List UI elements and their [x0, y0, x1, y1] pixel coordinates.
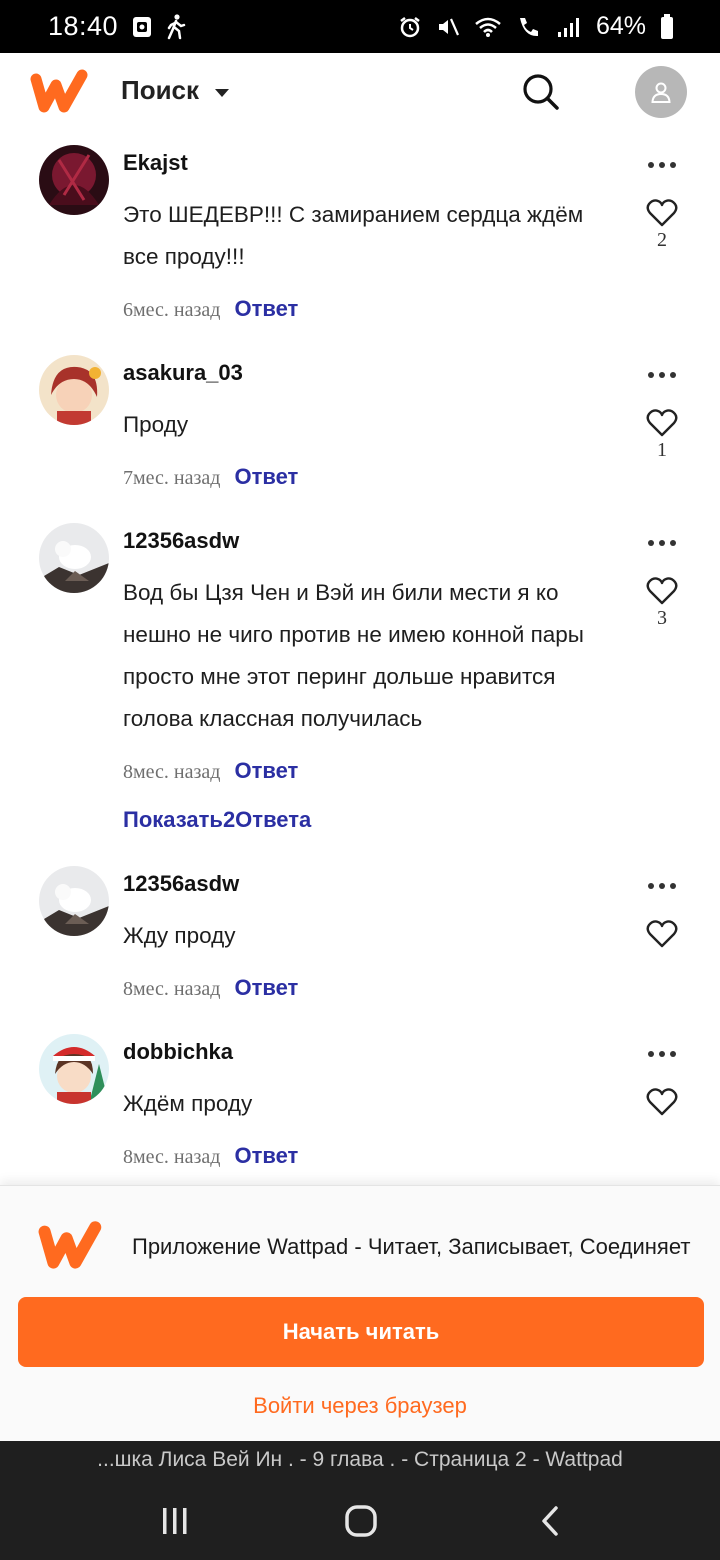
- commenter-avatar[interactable]: [39, 145, 109, 215]
- reply-button[interactable]: Ответ: [234, 464, 298, 490]
- profile-avatar-button[interactable]: [635, 66, 687, 118]
- comment-meta: 8мес. назад Ответ: [123, 758, 298, 784]
- search-dropdown[interactable]: Поиск: [121, 75, 230, 106]
- more-options-icon[interactable]: [644, 155, 680, 175]
- search-icon[interactable]: [521, 72, 561, 112]
- commenter-avatar[interactable]: [39, 866, 109, 936]
- reply-button[interactable]: Ответ: [234, 1143, 298, 1169]
- show-replies-link[interactable]: Показать2Ответа: [123, 807, 311, 833]
- like-count: 3: [657, 607, 667, 629]
- battery-icon: [660, 13, 674, 40]
- wifi-icon: [474, 16, 502, 38]
- commenter-name[interactable]: 12356asdw: [123, 871, 239, 897]
- comment-time: 6мес. назад: [123, 299, 221, 321]
- comment-time: 8мес. назад: [123, 761, 221, 783]
- comment-text: Вод бы Цзя Чен и Вэй ин били мести я ко …: [123, 580, 584, 731]
- status-bar: 18:40 64%: [0, 0, 720, 53]
- home-icon[interactable]: [341, 1501, 381, 1541]
- app-promo-text: Приложение Wattpad - Читает, Записывает,…: [132, 1234, 691, 1259]
- more-options-icon[interactable]: [644, 876, 680, 896]
- commenter-name[interactable]: dobbichka: [123, 1039, 233, 1065]
- recent-apps-icon[interactable]: [155, 1501, 195, 1541]
- app-promo-sheet: Приложение Wattpad - Читает, Записывает,…: [0, 1185, 720, 1442]
- alarm-icon: [398, 15, 422, 39]
- system-navigation-bar: [0, 1481, 720, 1560]
- comment-meta: 8мес. назад Ответ: [123, 975, 298, 1001]
- more-options-icon[interactable]: [644, 365, 680, 385]
- commenter-name[interactable]: 12356asdw: [123, 528, 239, 554]
- continue-in-browser-link[interactable]: Войти через браузер: [0, 1393, 720, 1419]
- comment-text: Проду: [123, 412, 189, 437]
- status-right: 64%: [398, 12, 674, 41]
- walking-icon: [166, 13, 186, 40]
- battery-percent: 64%: [595, 12, 646, 40]
- comment-time: 8мес. назад: [123, 978, 221, 1000]
- heart-icon[interactable]: [646, 1087, 678, 1117]
- commenter-avatar[interactable]: [39, 523, 109, 593]
- commenter-avatar[interactable]: [39, 355, 109, 425]
- comment-time: 8мес. назад: [123, 1146, 221, 1168]
- browser-page-title[interactable]: ...шка Лиса Вей Ин . - 9 глава . - Стран…: [0, 1441, 720, 1481]
- status-left: 18:40: [48, 11, 186, 42]
- back-icon[interactable]: [530, 1501, 570, 1541]
- comment-meta: 7мес. назад Ответ: [123, 464, 298, 490]
- user-icon: [651, 82, 671, 103]
- comment-meta: 6мес. назад Ответ: [123, 296, 298, 322]
- signal-icon: [556, 16, 582, 38]
- like-count: 1: [657, 439, 667, 461]
- volte-call-icon: [516, 15, 542, 39]
- screenshot-icon: [132, 16, 152, 38]
- caret-down-icon: [215, 88, 230, 97]
- like-count: 2: [657, 229, 667, 251]
- mute-icon: [436, 15, 460, 39]
- heart-icon[interactable]: [646, 919, 678, 949]
- commenter-avatar[interactable]: [39, 1034, 109, 1104]
- commenter-name[interactable]: Ekajst: [123, 150, 188, 176]
- reply-button[interactable]: Ответ: [234, 758, 298, 784]
- more-options-icon[interactable]: [644, 1044, 680, 1064]
- start-reading-button[interactable]: Начать читать: [18, 1297, 704, 1367]
- wattpad-logo: [38, 1218, 104, 1274]
- wattpad-logo[interactable]: [30, 67, 90, 117]
- reply-button[interactable]: Ответ: [234, 975, 298, 1001]
- comment-meta: 8мес. назад Ответ: [123, 1143, 298, 1169]
- comment-time: 7мес. назад: [123, 467, 221, 489]
- reply-button[interactable]: Ответ: [234, 296, 298, 322]
- search-dropdown-label: Поиск: [121, 75, 200, 105]
- heart-icon[interactable]: [646, 408, 678, 438]
- top-bar: Поиск: [0, 53, 720, 133]
- comment-text: Ждём проду: [123, 1091, 253, 1116]
- heart-icon[interactable]: [646, 576, 678, 606]
- status-time: 18:40: [48, 11, 119, 41]
- comment-text: Жду проду: [123, 923, 236, 948]
- more-options-icon[interactable]: [644, 533, 680, 553]
- comment-text: Это ШЕДЕВР!!! С замиранием сердца ждём в…: [123, 202, 584, 269]
- commenter-name[interactable]: asakura_03: [123, 360, 243, 386]
- heart-icon[interactable]: [646, 198, 678, 228]
